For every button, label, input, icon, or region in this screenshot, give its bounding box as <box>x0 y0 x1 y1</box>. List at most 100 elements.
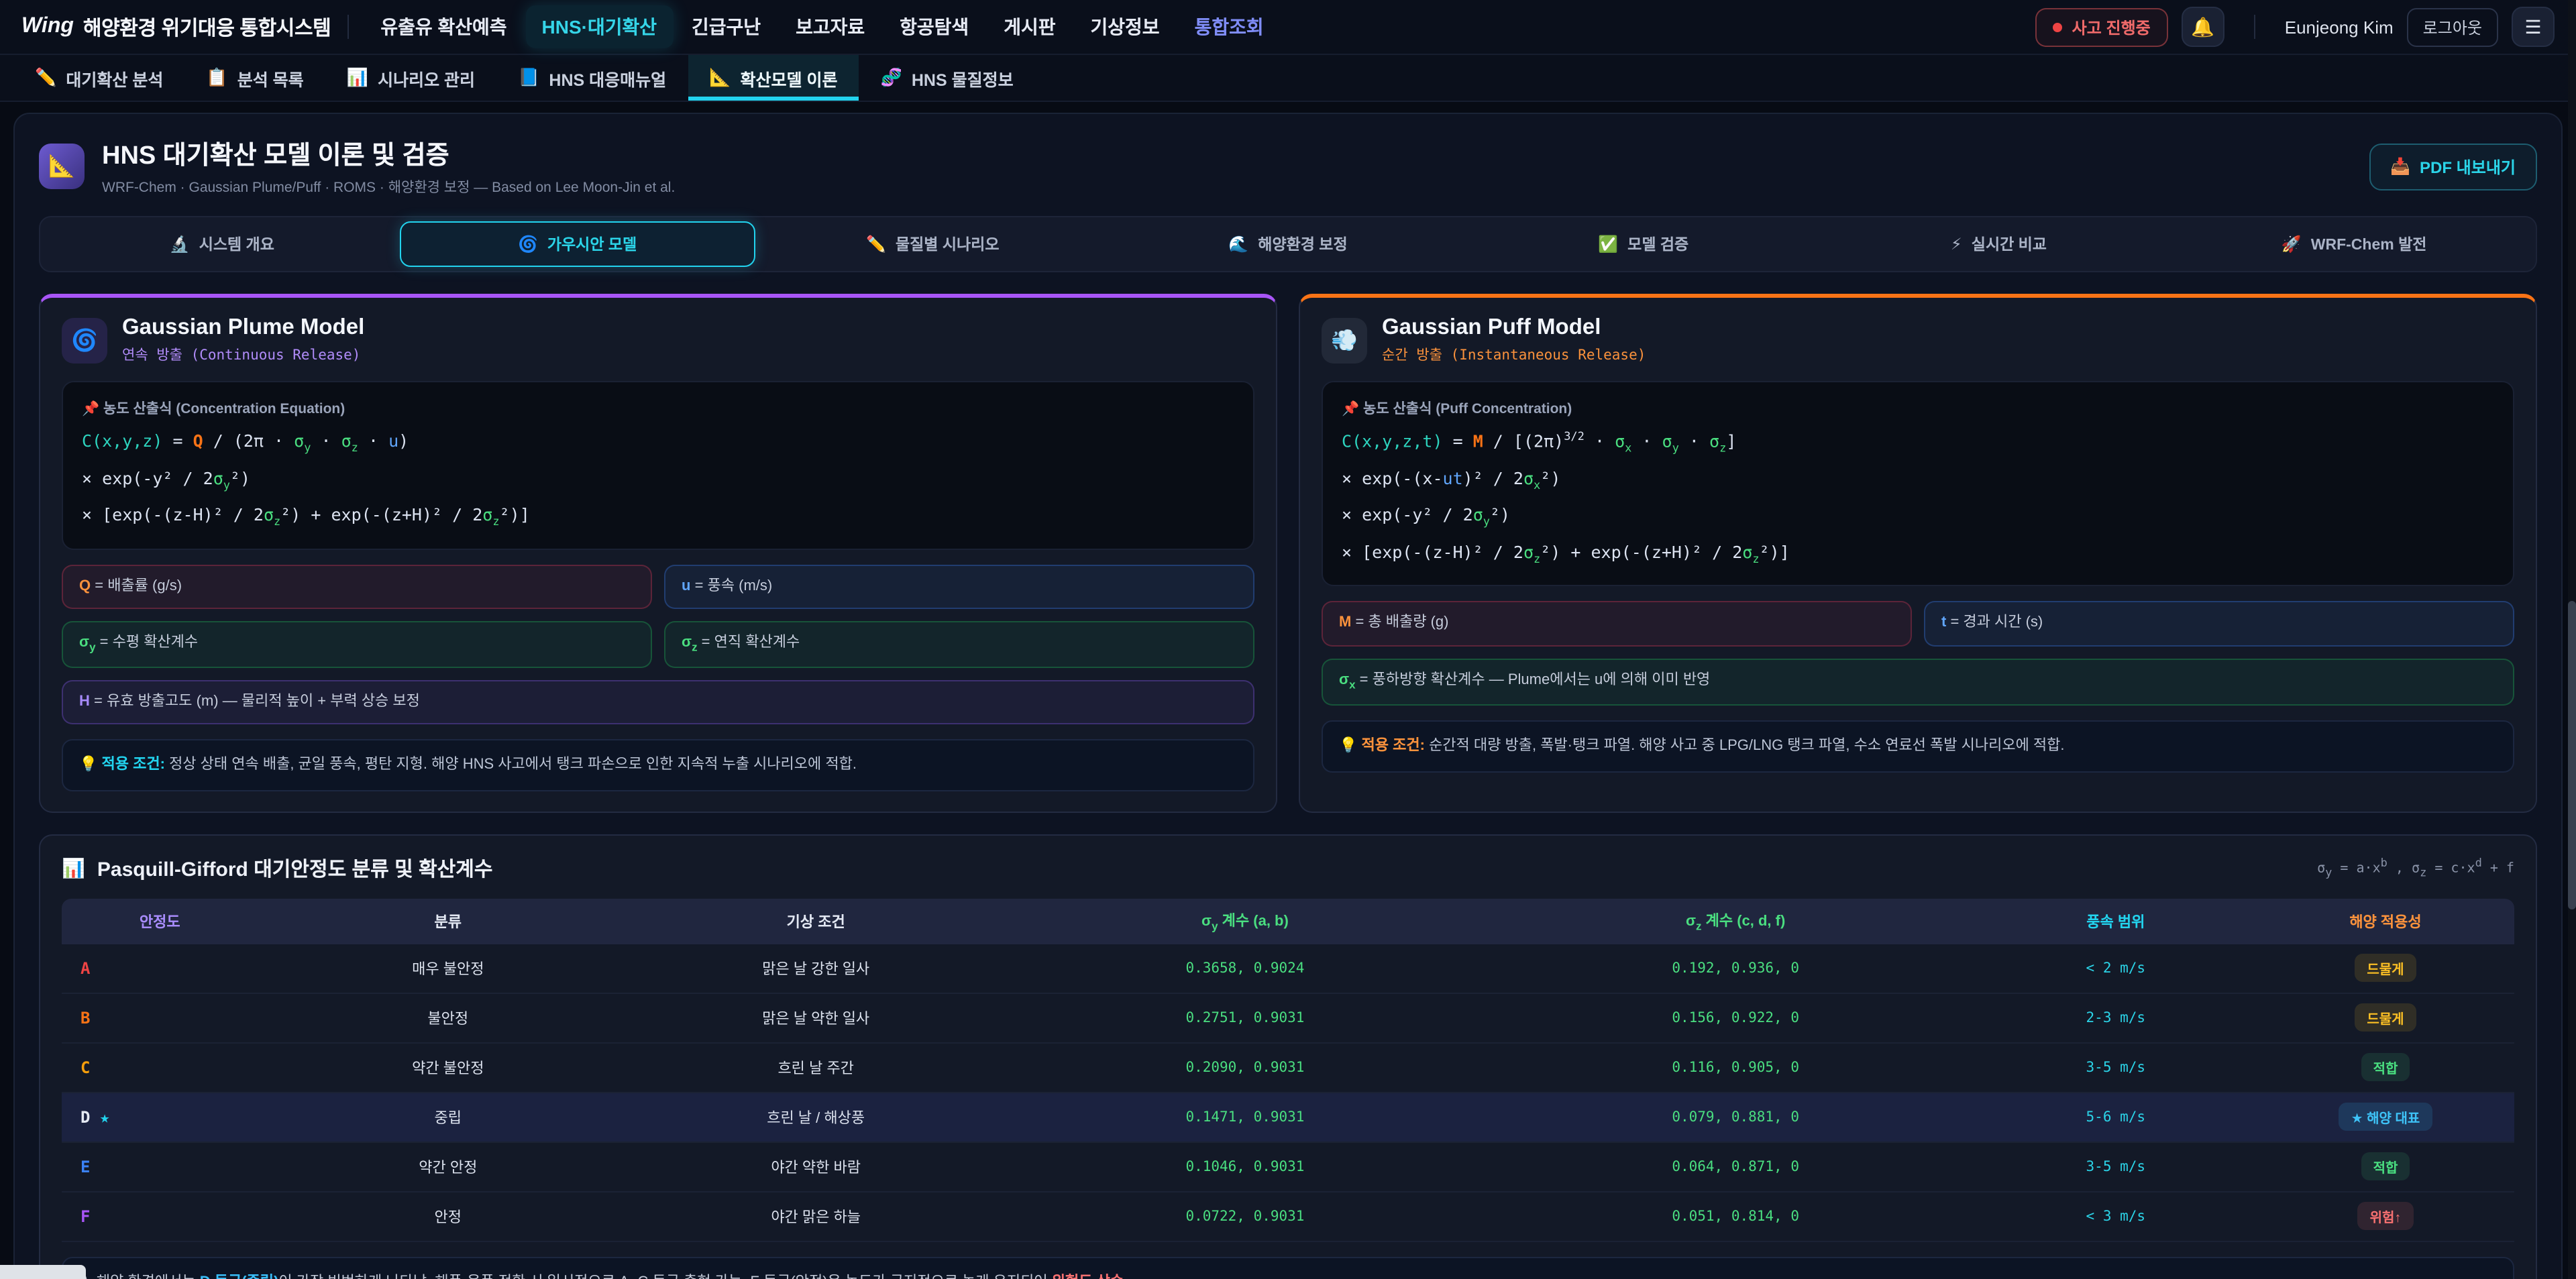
tab-label: 실시간 비교 <box>1972 233 2047 255</box>
menu-item[interactable]: 게시판 <box>987 5 1071 48</box>
subnav-item[interactable]: 🧬 HNS 물질정보 <box>859 55 1035 101</box>
table-row[interactable]: C 약간 불안정 흐린 날 주간 0.2090, 0.9031 0.116, 0… <box>62 1043 2514 1093</box>
table-row[interactable]: B 불안정 맑은 날 약한 일사 0.2751, 0.9031 0.156, 0… <box>62 993 2514 1043</box>
parameter-box: u = 풍속 (m/s) <box>664 564 1254 609</box>
sigma-formula: σy = a·xb , σz = c·xd + f <box>2317 857 2514 881</box>
subnav-item-icon: 🧬 <box>881 67 902 89</box>
notification-bell-button[interactable]: 🔔 <box>2182 7 2224 47</box>
table-header-cell: σy 계수 (a, b) <box>994 910 1496 933</box>
section-tabbar: 🔬 시스템 개요 🌀 가우시안 모델 ✏️ 물질별 시나리오 🌊 해양환경 보정 <box>39 216 2537 272</box>
tab-label: 해양환경 보정 <box>1258 233 1347 255</box>
divider <box>347 15 348 39</box>
page-subtitle: WRF-Chem · Gaussian Plume/Puff · ROMS · … <box>102 177 675 197</box>
menu-item[interactable]: HNS·대기확산 <box>526 5 674 48</box>
plume-note-label: 적용 조건: <box>102 757 165 773</box>
bell-icon: 🔔 <box>2191 15 2214 38</box>
tab[interactable]: ✏️ 물질별 시나리오 <box>755 221 1110 267</box>
table-row[interactable]: D ★ 중립 흐린 날 / 해상풍 0.1471, 0.9031 0.079, … <box>62 1093 2514 1142</box>
sigma-y-cell: 0.3658, 0.9024 <box>994 960 1496 976</box>
class-cell: 약간 안정 <box>258 1156 638 1177</box>
top-navbar: Wing 해양환경 위기대응 통합시스템 유출유 확산예측 HNS·대기확산 긴… <box>0 0 2576 55</box>
parameter-box: σz = 연직 확산계수 <box>664 621 1254 668</box>
table-body: A 매우 불안정 맑은 날 강한 일사 0.3658, 0.9024 0.192… <box>62 944 2514 1241</box>
bulb-icon: 💡 <box>79 757 97 773</box>
plume-equation-box: 📌 농도 산출식 (Concentration Equation) C(x,y,… <box>62 381 1254 549</box>
applicability-cell: ★ 해양 대표 <box>2257 1103 2514 1131</box>
puff-condition-note: 💡 적용 조건: 순간적 대량 방출, 폭발·탱크 파열. 해양 사고 중 LP… <box>1322 720 2514 772</box>
menu-item[interactable]: 통합조회 <box>1179 5 1280 48</box>
table-header-cell: σz 계수 (c, d, f) <box>1497 910 1975 933</box>
subnav-item-label: 대기확산 분석 <box>66 65 163 91</box>
tab[interactable]: 🌊 해양환경 보정 <box>1110 221 1466 267</box>
tab[interactable]: 🌀 가우시안 모델 <box>400 221 755 267</box>
puff-parameters: M = 총 배출량 (g)t = 경과 시간 (s)σx = 풍하방향 확산계수… <box>1322 601 2514 705</box>
stability-grade-cell: D ★ <box>62 1107 258 1126</box>
table-row[interactable]: A 매우 불안정 맑은 날 강한 일사 0.3658, 0.9024 0.192… <box>62 944 2514 993</box>
stability-grade-cell: C <box>62 1058 258 1076</box>
tab-icon: 🔬 <box>170 235 190 254</box>
table-row[interactable]: E 약간 안정 야간 약한 바람 0.1046, 0.9031 0.064, 0… <box>62 1142 2514 1192</box>
menu-item[interactable]: 유출유 확산예측 <box>364 5 523 48</box>
tab-icon: 🚀 <box>2282 235 2302 254</box>
subnav-item[interactable]: 📊 시나리오 관리 <box>325 55 496 101</box>
tab[interactable]: 🚀 WRF-Chem 발전 <box>2176 221 2532 267</box>
tab-icon: ⚡ <box>1951 235 1962 254</box>
subnav-item[interactable]: 📐 확산모델 이론 <box>688 55 859 101</box>
applicability-badge: ★ 해양 대표 <box>2339 1103 2432 1131</box>
tab-label: 모델 검증 <box>1627 233 1688 255</box>
incident-status-badge[interactable]: 사고 진행중 <box>2036 7 2168 46</box>
plume-condition-note: 💡 적용 조건: 정상 상태 연속 배출, 균일 풍속, 평탄 지형. 해양 H… <box>62 740 1254 792</box>
menu-item[interactable]: 항공탐색 <box>883 5 985 48</box>
pdf-export-button[interactable]: 📥 PDF 내보내기 <box>2369 143 2537 190</box>
table-header-cell: 풍속 범위 <box>1975 911 2257 932</box>
puff-card-header: 💨 Gaussian Puff Model 순간 방출 (Instantaneo… <box>1322 315 2514 365</box>
table-row[interactable]: F 안정 야간 맑은 하늘 0.0722, 0.9031 0.051, 0.81… <box>62 1192 2514 1241</box>
logout-button[interactable]: 로그아웃 <box>2407 7 2498 46</box>
equation-line: × [exp(-(z-H)² / 2σz²) + exp(-(z+H)² / 2… <box>1342 541 2494 566</box>
main-menu: 유출유 확산예측 HNS·대기확산 긴급구난 보고자료 항공탐색 게시판 기상정… <box>364 5 1279 48</box>
stability-grade-cell: A <box>62 958 258 977</box>
menu-item[interactable]: 기상정보 <box>1075 5 1176 48</box>
tab-icon: 🌊 <box>1228 235 1248 254</box>
subnav-item[interactable]: 📋 분석 목록 <box>184 55 325 101</box>
app-viewport: Wing 해양환경 위기대응 통합시스템 유출유 확산예측 HNS·대기확산 긴… <box>0 0 2576 1279</box>
hamburger-icon: ☰ <box>2524 15 2541 38</box>
page-title-icon: 📐 <box>39 144 85 189</box>
sub-navbar: ✏️ 대기확산 분석 📋 분석 목록 📊 시나리오 관리 📘 HNS 대응매뉴얼… <box>0 55 2576 102</box>
class-cell: 중립 <box>258 1106 638 1127</box>
menu-item[interactable]: 긴급구난 <box>676 5 777 48</box>
subnav-item-icon: 📐 <box>709 67 731 89</box>
tab[interactable]: ⚡ 실시간 비교 <box>1821 221 2177 267</box>
puff-equation-label: 📌 농도 산출식 (Puff Concentration) <box>1342 398 2494 419</box>
triangle-ruler-icon: 📐 <box>48 153 75 180</box>
puff-icon: 💨 <box>1322 317 1367 363</box>
stability-grade-cell: B <box>62 1008 258 1027</box>
pdf-export-label: PDF 내보내기 <box>2420 155 2516 178</box>
subnav-item[interactable]: ✏️ 대기확산 분석 <box>13 55 184 101</box>
tab[interactable]: 🔬 시스템 개요 <box>44 221 400 267</box>
model-cards-row: 🌀 Gaussian Plume Model 연속 방출 (Continuous… <box>39 294 2537 814</box>
wind-range-cell: < 3 m/s <box>1975 1208 2257 1224</box>
main-panel: 📐 HNS 대기확산 모델 이론 및 검증 WRF-Chem · Gaussia… <box>13 113 2563 1279</box>
applicability-badge: 위험↑ <box>2358 1202 2414 1230</box>
user-name: Eunjeong Kim <box>2285 17 2394 37</box>
hamburger-menu-button[interactable]: ☰ <box>2512 7 2555 47</box>
class-cell: 불안정 <box>258 1007 638 1028</box>
brand[interactable]: Wing 해양환경 위기대응 통합시스템 <box>21 13 331 41</box>
table-header-cell: 분류 <box>258 911 638 932</box>
tab[interactable]: ✅ 모델 검증 <box>1466 221 1821 267</box>
applicability-cell: 드물게 <box>2257 1003 2514 1032</box>
tab-label: 물질별 시나리오 <box>896 233 1000 255</box>
divider <box>2254 15 2255 39</box>
subnav-item[interactable]: 📘 HNS 대응매뉴얼 <box>496 55 688 101</box>
tab-label: WRF-Chem 발전 <box>2311 233 2427 255</box>
bulb-icon: 💡 <box>1339 737 1357 753</box>
weather-cell: 맑은 날 강한 일사 <box>638 957 994 979</box>
wind-range-cell: 5-6 m/s <box>1975 1109 2257 1125</box>
sigma-z-cell: 0.116, 0.905, 0 <box>1497 1059 1975 1075</box>
equation-line: C(x,y,z,t) = M / [(2π)3/2 · σx · σy · σz… <box>1342 431 2494 455</box>
applicability-cell: 드물게 <box>2257 954 2514 982</box>
scrollbar-thumb[interactable] <box>2568 601 2576 909</box>
menu-item[interactable]: 보고자료 <box>780 5 881 48</box>
applicability-cell: 적합 <box>2257 1152 2514 1180</box>
